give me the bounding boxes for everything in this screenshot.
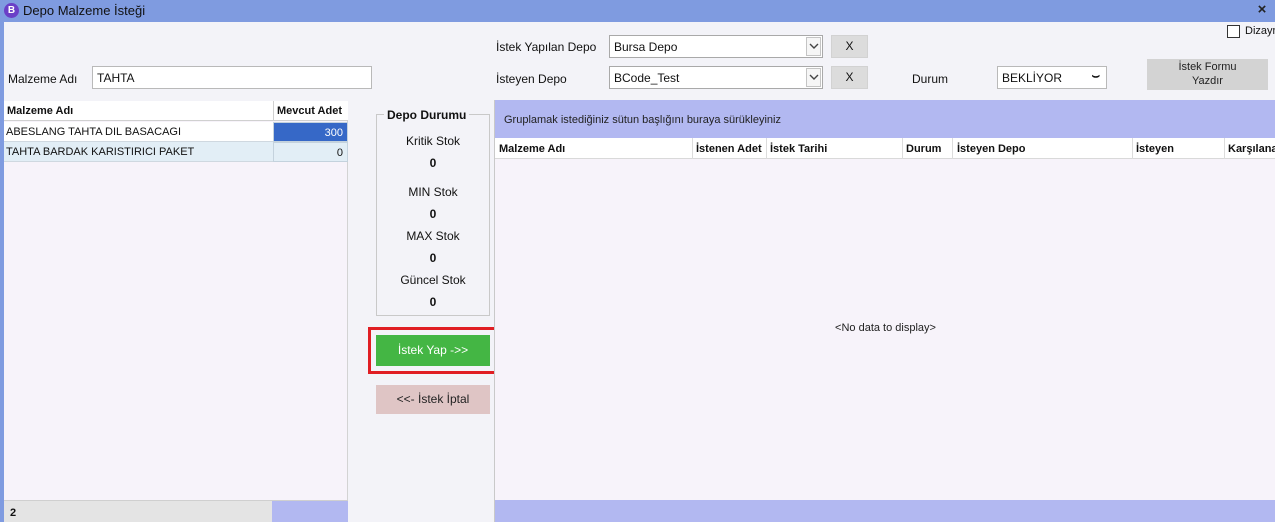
clear-istek-yapilan-depo-button[interactable]: X (831, 35, 868, 58)
column-header-malzeme-adi[interactable]: Malzeme Adı (7, 105, 73, 117)
min-stok-value: 0 (429, 207, 437, 221)
column-divider (273, 101, 274, 121)
min-stok-label: MIN Stok (408, 185, 458, 199)
print-request-form-button[interactable]: İstek Formu Yazdır (1147, 59, 1268, 90)
print-button-line2: Yazdır (1192, 75, 1223, 87)
dizayn-checkbox-label: Dizayn (1245, 25, 1275, 37)
kritik-stok-label: Kritik Stok (405, 134, 460, 148)
column-header-istek-tarihi[interactable]: İstek Tarihi (770, 143, 827, 155)
grid-footer: 2 (4, 500, 348, 522)
isteyen-depo-combo[interactable]: BCode_Test (609, 66, 823, 89)
footer-summary-cell (272, 501, 348, 522)
column-divider (952, 138, 953, 159)
kritik-stok-value: 0 (429, 156, 437, 170)
window-title: Depo Malzeme İsteği (23, 3, 146, 18)
column-divider (902, 138, 903, 159)
column-header-mevcut-adet[interactable]: Mevcut Adet (277, 105, 342, 117)
durum-label: Durum (912, 72, 949, 86)
column-header-isteyen[interactable]: İsteyen (1136, 143, 1174, 155)
column-divider (766, 138, 767, 159)
chevron-down-icon[interactable]: ⌣ (1091, 68, 1100, 84)
request-list-grid: Gruplamak istediğiniz sütun başlığını bu… (494, 100, 1275, 522)
cell-mevcut-adet[interactable]: 0 (273, 142, 348, 162)
cell-malzeme-adi[interactable]: TAHTA BARDAK KARISTIRICI PAKET (4, 142, 273, 162)
guncel-stok-value: 0 (429, 295, 437, 309)
group-by-panel[interactable]: Gruplamak istediğiniz sütun başlığını bu… (495, 100, 1275, 138)
app-logo-icon: B (4, 3, 19, 18)
close-button[interactable]: × (1253, 1, 1271, 19)
cancel-request-button[interactable]: <<- İstek İptal (376, 385, 490, 414)
istek-yapilan-depo-combo[interactable]: Bursa Depo (609, 35, 823, 58)
depo-durumu-group: Depo Durumu Kritik Stok 0 MIN Stok 0 MAX… (376, 108, 490, 316)
clear-isteyen-depo-button[interactable]: X (831, 66, 868, 89)
grid-footer (495, 500, 1275, 522)
checkbox-box[interactable] (1227, 25, 1240, 38)
cell-mevcut-adet[interactable]: 300 (273, 122, 348, 142)
column-header-karsilanan[interactable]: Karşılanan (1228, 143, 1275, 155)
max-stok-value: 0 (429, 251, 437, 265)
group-by-hint: Gruplamak istediğiniz sütun başlığını bu… (504, 114, 781, 126)
column-header-malzeme-adi[interactable]: Malzeme Adı (499, 143, 565, 155)
column-header-istenen-adet[interactable]: İstenen Adet (696, 143, 762, 155)
make-request-button[interactable]: İstek Yap ->> (376, 335, 490, 366)
durum-value: BEKLİYOR (1002, 71, 1063, 85)
depo-durumu-title: Depo Durumu (384, 108, 470, 122)
column-header-isteyen-depo[interactable]: İsteyen Depo (957, 143, 1025, 155)
column-divider (1224, 138, 1225, 159)
durum-combo[interactable]: BEKLİYOR ⌣ (997, 66, 1107, 89)
isteyen-depo-label: İsteyen Depo (496, 72, 567, 86)
no-data-message: <No data to display> (835, 322, 936, 334)
istek-yapilan-depo-value: Bursa Depo (614, 40, 678, 54)
row-count: 2 (10, 507, 17, 519)
istek-yapilan-depo-label: İstek Yapılan Depo (496, 40, 597, 54)
grid-header: Malzeme Adı İstenen Adet İstek Tarihi Du… (495, 138, 1275, 159)
malzeme-adi-label: Malzeme Adı (8, 72, 78, 86)
max-stok-label: MAX Stok (406, 229, 460, 243)
material-stock-grid: Malzeme Adı Mevcut Adet ABESLANG TAHTA D… (4, 101, 348, 522)
chevron-down-icon[interactable] (806, 37, 821, 56)
malzeme-adi-input[interactable] (92, 66, 372, 89)
column-divider (1132, 138, 1133, 159)
table-row[interactable]: TAHTA BARDAK KARISTIRICI PAKET 0 (4, 142, 348, 162)
title-bar: B Depo Malzeme İsteği × (0, 0, 1275, 22)
isteyen-depo-value: BCode_Test (614, 71, 680, 85)
chevron-down-icon[interactable] (806, 68, 821, 87)
column-header-durum[interactable]: Durum (906, 143, 941, 155)
cell-malzeme-adi[interactable]: ABESLANG TAHTA DIL BASACAGI (4, 122, 273, 142)
guncel-stok-label: Güncel Stok (400, 273, 466, 287)
table-row[interactable]: ABESLANG TAHTA DIL BASACAGI 300 (4, 122, 348, 142)
grid-header: Malzeme Adı Mevcut Adet (4, 101, 348, 121)
column-divider (692, 138, 693, 159)
print-button-line1: İstek Formu (1178, 61, 1237, 73)
